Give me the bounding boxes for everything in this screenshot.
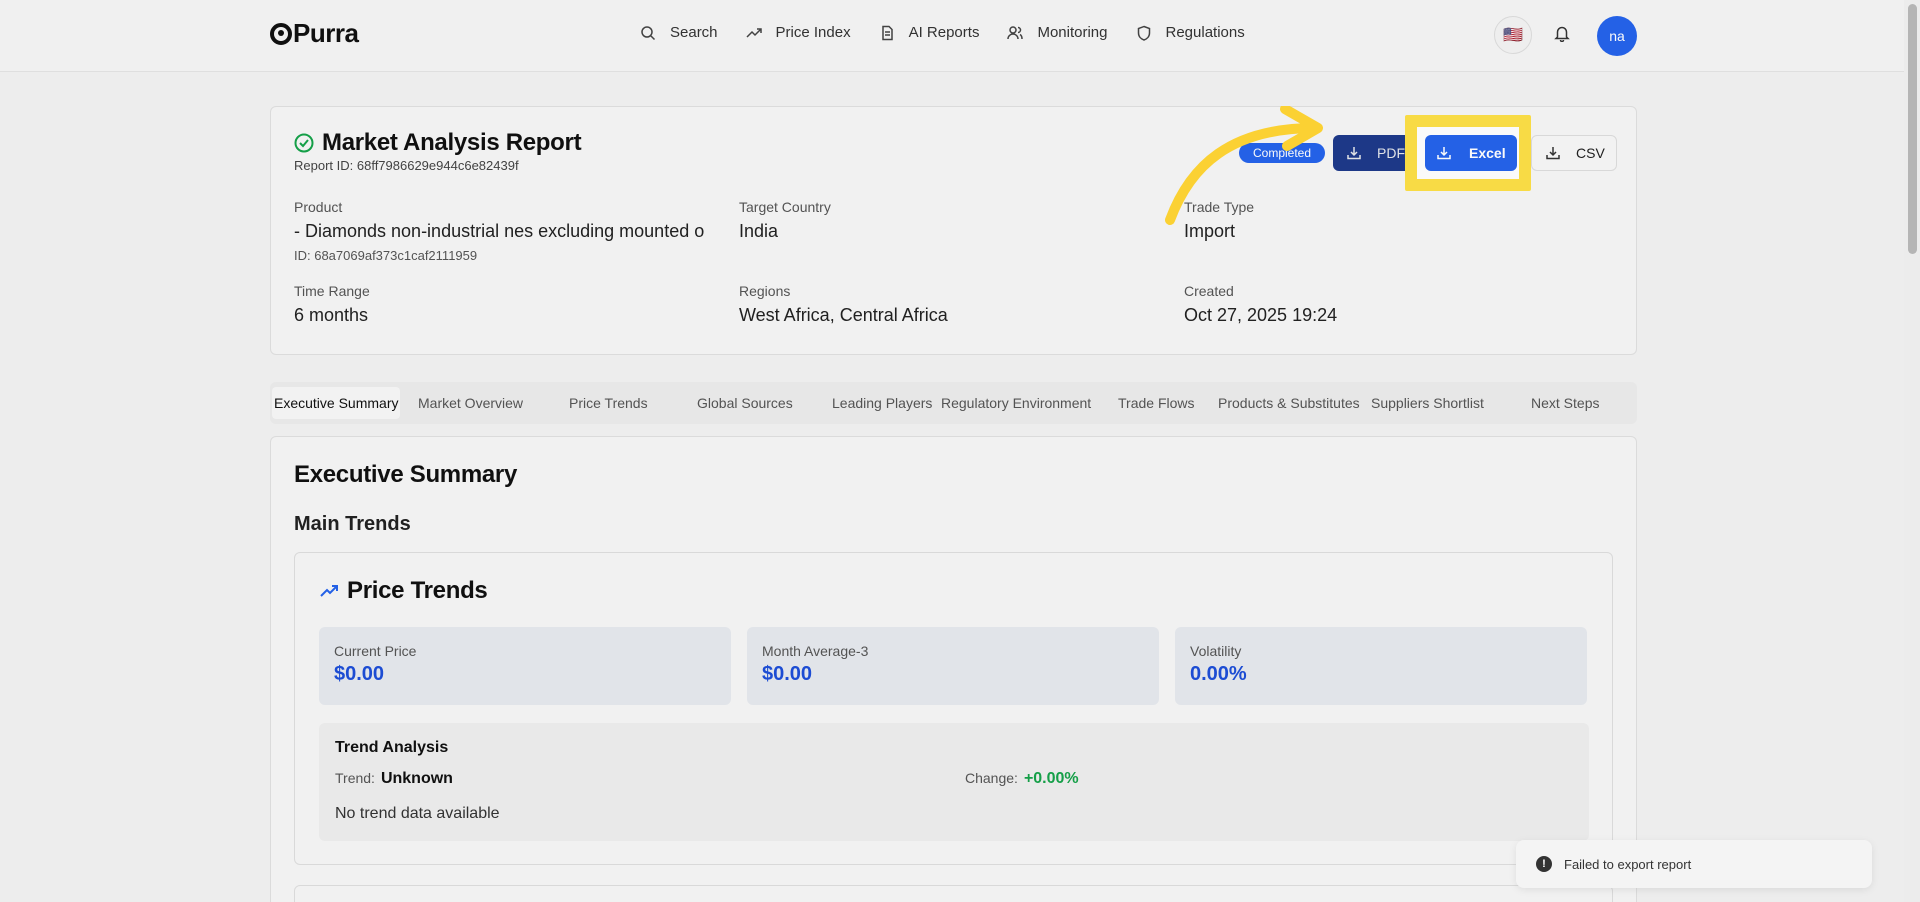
change-label: Change: <box>965 770 1018 786</box>
regions-field: Regions West Africa, Central Africa <box>739 283 948 326</box>
trend-row: Trend: Unknown <box>335 770 453 788</box>
product-id: ID: 68a7069af373c1caf2111959 <box>294 248 478 263</box>
price-trends-title-row: Price Trends <box>319 577 488 605</box>
price-trends-title: Price Trends <box>347 577 488 604</box>
tab-next-steps[interactable]: Next Steps <box>1531 387 1599 419</box>
report-title-row: Market Analysis Report <box>294 129 582 157</box>
error-toast: ! Failed to export report <box>1516 840 1872 888</box>
download-icon <box>1437 147 1451 160</box>
search-icon <box>641 25 656 40</box>
nav-search[interactable]: Search <box>640 24 718 41</box>
trend-analysis-title: Trend Analysis <box>335 739 449 756</box>
metric-value: $0.00 <box>762 663 813 685</box>
nav-ai-reports[interactable]: AI Reports <box>879 24 980 41</box>
regions-value: West Africa, Central Africa <box>739 305 948 325</box>
bell-icon <box>1554 26 1570 43</box>
user-avatar[interactable]: na <box>1597 16 1637 56</box>
tab-suppliers-shortlist[interactable]: Suppliers Shortlist <box>1371 387 1484 419</box>
top-navigation: Purra Search Price Index AI Reports Moni… <box>0 0 1904 72</box>
product-label: Product <box>294 199 343 215</box>
check-circle-icon <box>294 133 314 153</box>
trend-value: Unknown <box>380 770 453 787</box>
metric-label: Current Price <box>334 643 417 659</box>
logo[interactable]: Purra <box>270 18 359 49</box>
target-country-label: Target Country <box>739 199 831 215</box>
report-id: Report ID: 68ff7986629e944c6e82439f <box>294 158 519 173</box>
export-csv-button[interactable]: CSV <box>1531 135 1617 171</box>
tab-leading-players[interactable]: Leading Players <box>832 387 932 419</box>
language-flag-button[interactable]: 🇺🇸 <box>1494 16 1532 54</box>
main-trends-heading: Main Trends <box>294 513 411 535</box>
nav-price-index[interactable]: Price Index <box>746 24 851 41</box>
trending-up-icon <box>320 585 338 597</box>
tab-market-overview[interactable]: Market Overview <box>418 387 523 419</box>
target-country-value: India <box>739 221 779 241</box>
metric-current-price: Current Price $0.00 <box>319 627 731 705</box>
export-excel-button[interactable]: Excel <box>1425 135 1517 171</box>
trend-analysis-box: Trend Analysis Trend: Unknown Change: +0.0… <box>319 723 1589 841</box>
time-range-field: Time Range 6 months <box>294 283 370 326</box>
change-value: +0.00% <box>1023 770 1079 787</box>
export-csv-label: CSV <box>1576 145 1605 161</box>
metric-volatility: Volatility 0.00% <box>1175 627 1587 705</box>
report-tabs: Executive Summary Market Overview Price … <box>270 382 1637 424</box>
error-icon: ! <box>1536 856 1552 872</box>
toast-message: Failed to export report <box>1564 856 1692 872</box>
created-field: Created Oct 27, 2025 19:24 <box>1184 283 1337 326</box>
tab-global-sources[interactable]: Global Sources <box>697 387 793 419</box>
change-row: Change: +0.00% <box>965 770 1079 788</box>
nav-monitoring-label: Monitoring <box>1037 24 1108 41</box>
document-icon <box>881 25 893 40</box>
nav-ai-reports-label: AI Reports <box>908 24 980 41</box>
nav-monitoring[interactable]: Monitoring <box>1007 24 1108 41</box>
annotation-arrow <box>1165 106 1323 225</box>
scrollbar-thumb[interactable] <box>1908 4 1917 254</box>
time-range-label: Time Range <box>294 283 370 299</box>
us-flag-icon: 🇺🇸 <box>1503 27 1523 44</box>
logo-text: Purra <box>293 18 359 48</box>
logo-icon <box>270 22 292 45</box>
metric-value: 0.00% <box>1190 663 1247 685</box>
tab-price-trends[interactable]: Price Trends <box>569 387 648 419</box>
report-title: Market Analysis Report <box>322 129 582 156</box>
export-excel-label: Excel <box>1469 145 1506 161</box>
download-icon <box>1347 147 1361 160</box>
metric-value: $0.00 <box>334 663 385 685</box>
metric-label: Month Average-3 <box>762 643 869 659</box>
created-value: Oct 27, 2025 19:24 <box>1184 305 1338 325</box>
download-icon <box>1546 147 1560 160</box>
nav-regulations-label: Regulations <box>1165 24 1245 41</box>
product-value: - Diamonds non-industrial nes excluding … <box>294 221 705 241</box>
tab-regulatory-environment[interactable]: Regulatory Environment <box>941 387 1091 419</box>
time-range-value: 6 months <box>294 305 369 325</box>
created-label: Created <box>1184 283 1234 299</box>
product-field: Product - Diamonds non-industrial nes ex… <box>294 199 704 263</box>
nav-search-label: Search <box>670 24 718 41</box>
tab-trade-flows[interactable]: Trade Flows <box>1118 387 1195 419</box>
tab-products-substitutes[interactable]: Products & Substitutes <box>1218 387 1360 419</box>
shield-icon <box>1137 25 1150 41</box>
metric-label: Volatility <box>1190 643 1242 659</box>
trend-label: Trend: <box>335 770 375 786</box>
target-country-field: Target Country India <box>739 199 831 242</box>
notifications-button[interactable] <box>1553 24 1571 47</box>
tab-executive-summary[interactable]: Executive Summary <box>272 387 401 419</box>
report-header-card: Market Analysis Report Report ID: 68ff79… <box>270 106 1637 355</box>
users-icon <box>1007 25 1024 39</box>
export-pdf-label: PDF <box>1377 145 1405 161</box>
metric-month-average: Month Average-3 $0.00 <box>747 627 1159 705</box>
section-heading: Executive Summary <box>294 461 518 488</box>
no-trend-data-text: No trend data available <box>335 805 500 822</box>
executive-summary-panel: Executive Summary Main Trends Price Tren… <box>270 436 1637 902</box>
nav-regulations[interactable]: Regulations <box>1136 24 1245 41</box>
page-scrollbar[interactable] <box>1904 0 1920 902</box>
price-trends-card: Price Trends Current Price $0.00 Month A… <box>294 552 1613 865</box>
regions-label: Regions <box>739 283 791 299</box>
trending-up-icon <box>746 27 762 38</box>
nav-price-index-label: Price Index <box>775 24 851 41</box>
main-nav: Search Price Index AI Reports Monitoring… <box>640 24 1273 41</box>
next-section-card <box>294 885 1613 902</box>
